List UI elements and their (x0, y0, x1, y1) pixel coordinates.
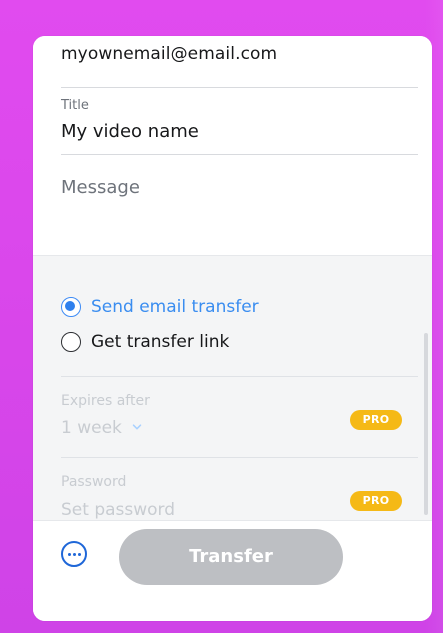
email-field[interactable]: myownemail@email.com (61, 44, 277, 64)
get-transfer-link-label: Get transfer link (91, 332, 230, 352)
divider (61, 376, 418, 377)
pro-badge: PRO (350, 410, 402, 430)
expires-after-select[interactable]: 1 week (61, 418, 142, 438)
transfer-options: Send email transfer Get transfer link Ex… (33, 255, 432, 521)
options-scrollbar[interactable] (424, 333, 428, 515)
transfer-panel: myownemail@email.com Title My video name… (33, 36, 432, 621)
more-options-icon (67, 552, 71, 556)
password-label: Password (61, 474, 127, 490)
title-field-label: Title (61, 98, 89, 113)
message-field[interactable]: Message (61, 177, 140, 198)
transfer-button[interactable]: Transfer (119, 529, 343, 585)
more-options-icon (77, 552, 81, 556)
expires-after-label: Expires after (61, 393, 150, 409)
radio-unselected-icon[interactable] (61, 332, 81, 352)
send-email-transfer-option[interactable]: Send email transfer (61, 297, 259, 317)
expires-after-value: 1 week (61, 418, 122, 438)
chevron-down-icon (132, 424, 142, 430)
transfer-footer: Transfer (33, 520, 432, 621)
divider (61, 154, 418, 155)
more-options-icon (72, 552, 76, 556)
transfer-form-top: myownemail@email.com Title My video name… (33, 36, 432, 255)
radio-selected-icon[interactable] (61, 297, 81, 317)
get-transfer-link-option[interactable]: Get transfer link (61, 332, 229, 352)
send-email-transfer-label: Send email transfer (91, 297, 259, 317)
title-field[interactable]: My video name (61, 121, 199, 142)
password-field[interactable]: Set password (61, 500, 175, 520)
divider (61, 87, 418, 88)
divider (61, 457, 418, 458)
pro-badge: PRO (350, 491, 402, 511)
more-options-button[interactable] (61, 541, 87, 567)
